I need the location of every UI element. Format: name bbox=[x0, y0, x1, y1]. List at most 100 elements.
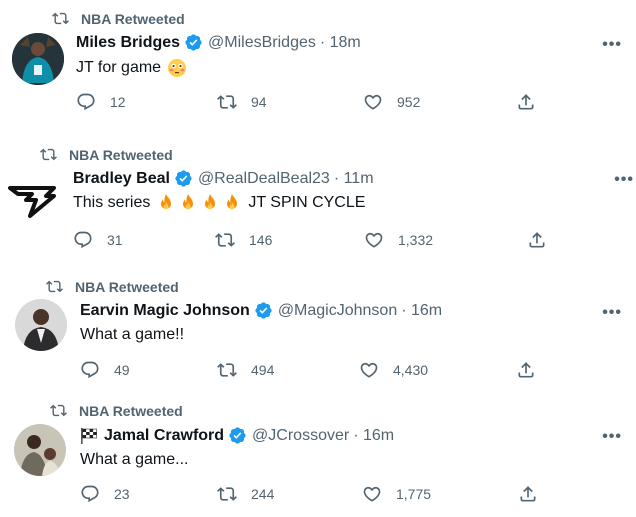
reply-button[interactable]: 49 bbox=[80, 360, 130, 380]
like-button[interactable]: 1,775 bbox=[362, 484, 431, 504]
reply-count: 31 bbox=[107, 232, 123, 248]
avatar[interactable] bbox=[14, 424, 66, 476]
tweet-header: Bradley Beal @RealDealBeal23 · 11m bbox=[73, 169, 374, 188]
tweet-header: Miles Bridges @MilesBridges · 18m bbox=[76, 33, 361, 52]
retweet-button[interactable]: 244 bbox=[217, 484, 274, 504]
reply-icon bbox=[80, 484, 100, 504]
share-icon bbox=[518, 484, 538, 504]
retweet-count: 244 bbox=[251, 486, 275, 502]
like-count: 1,332 bbox=[398, 232, 434, 248]
retweet-icon bbox=[46, 278, 63, 295]
like-icon bbox=[362, 484, 382, 504]
retweet-count: 494 bbox=[251, 362, 275, 378]
tweet-text: What a game... bbox=[80, 451, 189, 469]
like-icon bbox=[363, 92, 383, 112]
tweet-text-content: JT for game bbox=[76, 59, 162, 76]
avatar[interactable] bbox=[6, 170, 58, 222]
more-icon[interactable]: ••• bbox=[602, 36, 622, 54]
tweet-text-prefix: This series bbox=[73, 194, 151, 211]
retweet-count: 94 bbox=[251, 94, 267, 110]
reply-button[interactable]: 31 bbox=[73, 230, 123, 250]
tweet-actions: 23 244 1,775 bbox=[0, 483, 636, 505]
logo-avatar-image bbox=[8, 186, 56, 218]
reply-icon bbox=[76, 92, 96, 112]
flushed-face-emoji bbox=[168, 59, 187, 77]
retweeted-by-label: NBA Retweeted bbox=[79, 402, 183, 419]
more-icon[interactable]: ••• bbox=[602, 428, 622, 446]
share-button[interactable] bbox=[516, 92, 550, 112]
timestamp[interactable]: · 16m bbox=[401, 302, 442, 320]
tweet-3[interactable]: NBA Retweeted Earvin Magic Johnson @Magi… bbox=[0, 272, 636, 396]
display-name[interactable]: Miles Bridges bbox=[76, 34, 180, 52]
share-icon bbox=[516, 92, 536, 112]
retweet-icon bbox=[217, 92, 237, 112]
fire-emoji bbox=[222, 193, 242, 213]
share-button[interactable] bbox=[516, 360, 550, 380]
handle[interactable]: @JCrossover bbox=[252, 427, 349, 445]
like-count: 4,430 bbox=[393, 362, 429, 378]
tweet-header: Jamal Crawford @JCrossover · 16m bbox=[80, 426, 394, 445]
display-name[interactable]: Earvin Magic Johnson bbox=[80, 302, 250, 320]
like-count: 1,775 bbox=[396, 486, 432, 502]
reply-count: 49 bbox=[114, 362, 130, 378]
reply-button[interactable]: 23 bbox=[80, 484, 130, 504]
retweet-button[interactable]: 94 bbox=[217, 92, 267, 112]
handle[interactable]: @MagicJohnson bbox=[278, 302, 397, 320]
retweet-icon bbox=[217, 360, 237, 380]
avatar[interactable] bbox=[15, 299, 67, 351]
more-icon[interactable]: ••• bbox=[602, 304, 622, 322]
tweet-text-suffix: JT SPIN CYCLE bbox=[248, 194, 366, 211]
retweet-icon bbox=[215, 230, 235, 250]
reply-icon bbox=[73, 230, 93, 250]
reply-icon bbox=[80, 360, 100, 380]
more-icon[interactable]: ••• bbox=[614, 171, 634, 189]
retweeted-by-label: NBA Retweeted bbox=[75, 278, 179, 295]
timestamp[interactable]: · 11m bbox=[334, 170, 374, 188]
retweet-indicator: NBA Retweeted bbox=[52, 10, 185, 27]
tweet-4[interactable]: NBA Retweeted Jamal Crawford @JCrossover… bbox=[0, 396, 636, 517]
avatar-image bbox=[12, 33, 64, 85]
share-icon bbox=[527, 230, 547, 250]
share-icon bbox=[516, 360, 536, 380]
retweet-indicator: NBA Retweeted bbox=[46, 278, 179, 295]
retweet-icon bbox=[52, 10, 69, 27]
checkered-flag-icon bbox=[81, 427, 97, 444]
retweeted-by-label: NBA Retweeted bbox=[81, 10, 185, 27]
fire-emoji bbox=[200, 193, 220, 213]
like-count: 952 bbox=[397, 94, 421, 110]
like-icon bbox=[364, 230, 384, 250]
retweet-icon bbox=[50, 402, 67, 419]
like-icon bbox=[359, 360, 379, 380]
share-button[interactable] bbox=[527, 230, 561, 250]
handle[interactable]: @RealDealBeal23 bbox=[198, 170, 330, 188]
retweet-count: 146 bbox=[249, 232, 273, 248]
timestamp[interactable]: · 18m bbox=[320, 34, 361, 52]
display-name[interactable]: Bradley Beal bbox=[73, 170, 170, 188]
verified-badge-icon bbox=[228, 426, 247, 445]
tweet-1[interactable]: NBA Retweeted Miles Bridges @MilesBridge… bbox=[0, 0, 636, 128]
retweet-indicator: NBA Retweeted bbox=[50, 402, 183, 419]
tweet-text: What a game!! bbox=[80, 326, 184, 344]
verified-badge-icon bbox=[184, 33, 203, 52]
tweet-text-content: What a game... bbox=[80, 451, 189, 468]
like-button[interactable]: 1,332 bbox=[364, 230, 433, 250]
verified-badge-icon bbox=[254, 301, 273, 320]
tweet-header: Earvin Magic Johnson @MagicJohnson · 16m bbox=[80, 301, 442, 320]
timestamp[interactable]: · 16m bbox=[353, 427, 394, 445]
tweet-2[interactable]: NBA Retweeted Bradley Beal @RealDealBeal… bbox=[0, 138, 636, 266]
share-button[interactable] bbox=[518, 484, 552, 504]
retweet-button[interactable]: 146 bbox=[215, 230, 272, 250]
retweet-button[interactable]: 494 bbox=[217, 360, 274, 380]
like-button[interactable]: 4,430 bbox=[359, 360, 428, 380]
like-button[interactable]: 952 bbox=[363, 92, 420, 112]
tweet-text: JT for game bbox=[76, 58, 187, 78]
display-name[interactable]: Jamal Crawford bbox=[104, 427, 224, 445]
reply-count: 23 bbox=[114, 486, 130, 502]
avatar[interactable] bbox=[12, 33, 64, 85]
reply-button[interactable]: 12 bbox=[76, 92, 126, 112]
verified-badge-icon bbox=[174, 169, 193, 188]
retweet-icon bbox=[40, 146, 57, 163]
fire-emoji bbox=[156, 193, 176, 213]
reply-count: 12 bbox=[110, 94, 126, 110]
handle[interactable]: @MilesBridges bbox=[208, 34, 316, 52]
